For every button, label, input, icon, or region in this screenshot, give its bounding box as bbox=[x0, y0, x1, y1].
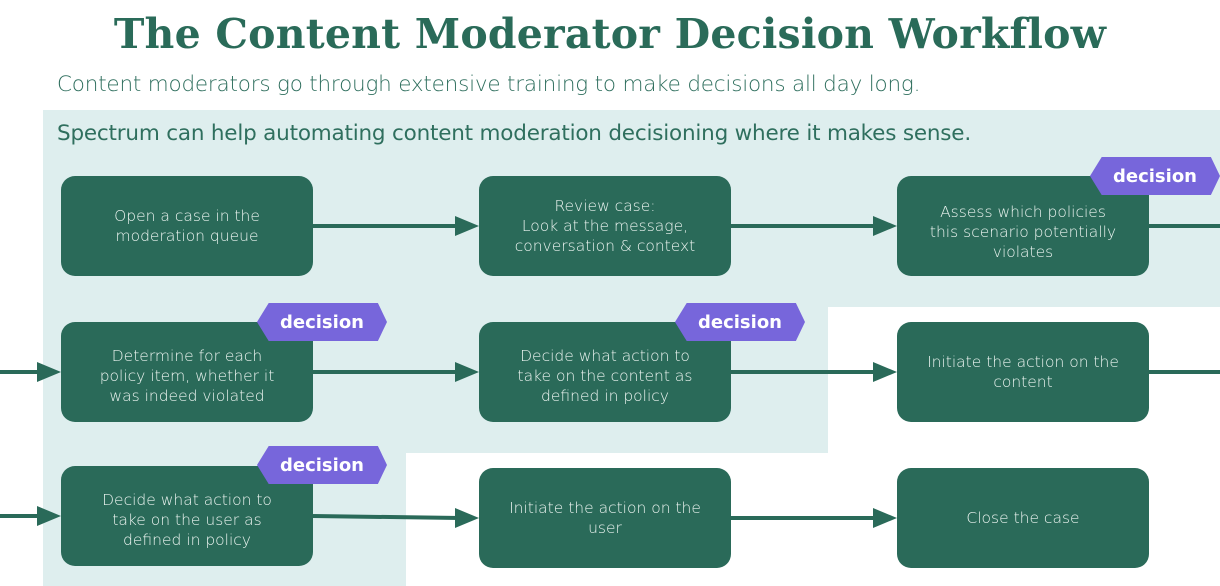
step-initiate-user-action: Initiate the action on the user bbox=[479, 468, 731, 568]
step-label: Determine for each policy item, whether … bbox=[99, 347, 275, 405]
step-label: Initiate the action on the content bbox=[927, 353, 1119, 391]
step-label: Open a case in the moderation queue bbox=[114, 207, 260, 245]
arrowhead-9 bbox=[873, 508, 897, 528]
step-label: Close the case bbox=[966, 509, 1080, 527]
decision-badge: decision bbox=[257, 446, 387, 484]
decision-badge: decision bbox=[257, 303, 387, 341]
arrowhead-7 bbox=[37, 506, 61, 526]
arrowhead-8 bbox=[455, 508, 479, 528]
step-label: Decide what action to take on the conten… bbox=[517, 347, 693, 405]
step-close-case: Close the case bbox=[897, 468, 1149, 568]
step-label: Assess which policies this scenario pote… bbox=[929, 203, 1117, 261]
edge-7-8 bbox=[312, 514, 461, 520]
step-label: Decide what action to take on the user a… bbox=[102, 491, 272, 549]
step-open-case: Open a case in the moderation queue bbox=[61, 176, 313, 276]
arrowhead-5 bbox=[455, 362, 479, 382]
decision-badge: decision bbox=[675, 303, 805, 341]
step-label: Review case: Look at the message, conver… bbox=[514, 197, 696, 255]
arrowhead-2 bbox=[455, 216, 479, 236]
arrowhead-3 bbox=[873, 216, 897, 236]
step-review-case: Review case: Look at the message, conver… bbox=[479, 176, 731, 276]
decision-badge: decision bbox=[1090, 157, 1220, 195]
step-label: Initiate the action on the user bbox=[509, 499, 701, 537]
step-initiate-content-action: Initiate the action on the content bbox=[897, 322, 1149, 422]
arrowhead-4 bbox=[37, 362, 61, 382]
spectrum-note: Spectrum can help automating content mod… bbox=[57, 121, 971, 146]
arrowhead-6 bbox=[873, 362, 897, 382]
